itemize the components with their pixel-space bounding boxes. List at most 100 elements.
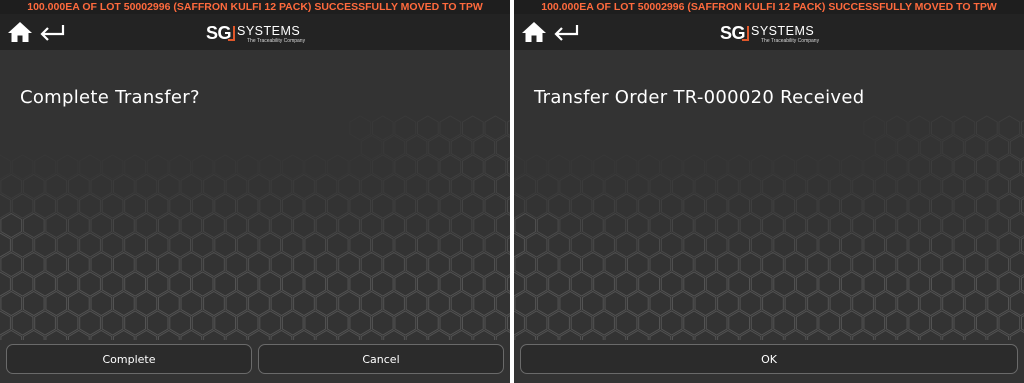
hex-cell	[338, 251, 360, 278]
cancel-button[interactable]: Cancel	[258, 344, 504, 374]
hex-cell	[417, 310, 439, 336]
hex-cell	[942, 329, 964, 340]
home-icon[interactable]	[521, 21, 547, 43]
hex-cell	[259, 271, 282, 297]
hex-cell	[304, 193, 327, 219]
hex-cell	[627, 329, 649, 340]
hex-cell	[146, 193, 169, 219]
hex-cell	[473, 329, 495, 340]
hex-cell	[135, 251, 158, 278]
hex-cell	[394, 310, 417, 336]
hex-cell	[101, 271, 124, 297]
hex-cell	[158, 329, 180, 340]
hex-cell	[694, 329, 717, 340]
hex-cell	[90, 212, 113, 239]
hex-cell	[270, 290, 293, 317]
hex-cell	[683, 232, 705, 258]
hex-cell	[570, 193, 593, 219]
hex-cell	[795, 193, 818, 219]
hex-cell	[113, 290, 135, 317]
complete-button[interactable]: Complete	[6, 344, 252, 374]
hex-cell	[594, 155, 615, 179]
hex-cell	[874, 212, 897, 239]
hex-cell	[987, 134, 1009, 161]
hex-cell	[863, 193, 886, 219]
status-banner: 100.000EA OF LOT 50002996 (SAFFRON KULFI…	[0, 0, 510, 14]
hex-cell	[819, 155, 840, 179]
hex-cell	[536, 329, 559, 340]
hex-cell	[784, 173, 807, 200]
hex-cell	[11, 310, 34, 336]
hex-cell	[807, 212, 829, 239]
hex-cell	[672, 173, 694, 200]
hex-cell	[214, 310, 236, 336]
hex-cell	[304, 271, 327, 297]
hex-cell	[45, 212, 68, 239]
hex-cell	[931, 271, 953, 297]
hex-cell	[739, 329, 762, 340]
hex-cell	[593, 271, 615, 297]
hex-cell	[0, 212, 23, 239]
hex-cell	[203, 212, 225, 239]
hex-cell	[349, 193, 372, 219]
hex-cell	[570, 271, 593, 297]
hex-cell	[987, 212, 1009, 239]
hex-cell	[582, 329, 604, 340]
hex-cell	[1009, 173, 1024, 200]
hex-cell	[169, 310, 191, 336]
hex-cell	[191, 271, 214, 297]
hex-cell	[22, 173, 45, 200]
hex-cell	[875, 136, 896, 160]
hex-cell	[450, 212, 473, 239]
hex-cell	[706, 155, 727, 179]
hex-cell	[22, 329, 45, 340]
hex-cell	[293, 212, 315, 239]
hex-cell	[863, 310, 886, 336]
hex-cell	[684, 155, 705, 179]
hex-cell	[750, 232, 773, 258]
hex-cell	[705, 271, 728, 297]
hex-cell	[818, 193, 841, 219]
hex-cell	[660, 193, 683, 219]
hex-cell	[672, 329, 694, 340]
hex-cell	[683, 193, 705, 219]
hex-cell	[694, 251, 717, 278]
hex-cell	[384, 136, 405, 160]
hex-cell	[473, 173, 495, 200]
hex-cell	[68, 329, 90, 340]
hex-cell	[864, 116, 885, 140]
hex-cell	[898, 136, 919, 160]
ok-button[interactable]: OK	[520, 344, 1018, 374]
hex-cell	[484, 232, 507, 258]
hex-cell	[79, 271, 101, 297]
hex-cell	[394, 271, 417, 297]
hex-cell	[931, 232, 953, 258]
hex-cell	[829, 212, 852, 239]
hex-cell	[942, 290, 964, 317]
home-icon[interactable]	[7, 21, 33, 43]
hex-cell	[559, 173, 582, 200]
hex-cell	[281, 232, 304, 258]
back-arrow-icon[interactable]	[38, 23, 66, 41]
hex-cell	[762, 212, 784, 239]
hex-cell	[214, 271, 236, 297]
hex-cell	[897, 251, 919, 278]
hex-cell	[418, 116, 439, 140]
hex-cell	[338, 173, 360, 200]
hex-cell	[559, 329, 582, 340]
back-arrow-icon[interactable]	[552, 23, 580, 41]
hex-cell	[428, 212, 450, 239]
hex-cell	[22, 212, 45, 239]
logo-tagline: The Traceability Company	[247, 38, 306, 44]
hex-cell	[751, 155, 772, 179]
hex-cell	[147, 155, 168, 179]
hex-cell	[34, 232, 56, 258]
hex-cell	[372, 116, 393, 140]
hex-cell	[462, 232, 484, 258]
hex-cell	[405, 173, 428, 200]
hex-cell	[260, 155, 281, 179]
hex-cell	[885, 193, 908, 219]
hex-cell	[942, 134, 964, 161]
hex-cell	[593, 193, 615, 219]
hex-cell	[495, 251, 510, 278]
